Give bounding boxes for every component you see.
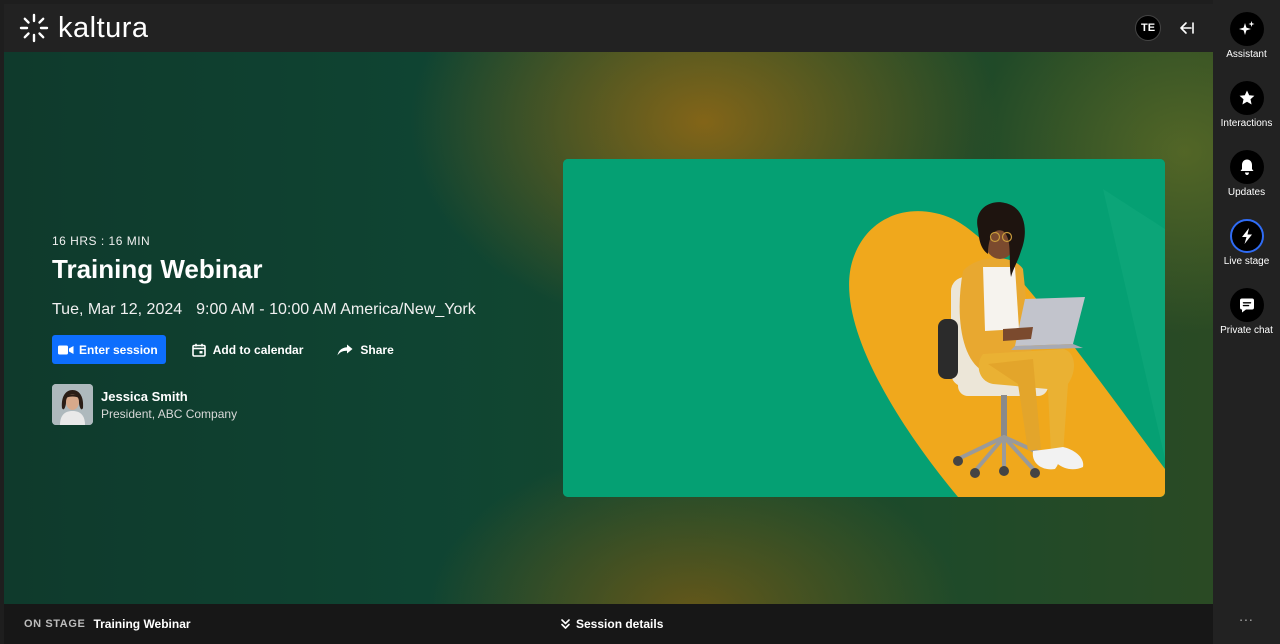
rail-live-stage-button[interactable] xyxy=(1229,219,1264,253)
rail-item-updates[interactable]: Updates xyxy=(1213,150,1280,198)
event-stage: 16 HRS : 16 MIN Training Webinar Tue, Ma… xyxy=(4,52,1213,604)
speaker-text: Jessica Smith President, ABC Company xyxy=(101,389,237,421)
rail-label-live-stage: Live stage xyxy=(1223,256,1270,267)
rail-label-interactions: Interactions xyxy=(1220,118,1273,129)
enter-session-button[interactable]: Enter session xyxy=(52,335,166,364)
add-to-calendar-label: Add to calendar xyxy=(212,342,304,357)
video-camera-icon xyxy=(58,345,74,354)
share-arrow-icon xyxy=(337,344,353,355)
rail-assistant-button[interactable] xyxy=(1229,12,1264,46)
top-header: kaltura TE xyxy=(4,4,1213,52)
share-label: Share xyxy=(360,342,394,357)
rail-label-private-chat: Private chat xyxy=(1220,325,1273,336)
event-date: Tue, Mar 12, 2024 xyxy=(52,301,183,318)
user-avatar[interactable]: TE xyxy=(1135,15,1161,41)
app-window: kaltura TE 16 HRS : 16 MIN Training Webi… xyxy=(0,0,1280,644)
rail-private-chat-button[interactable] xyxy=(1229,288,1264,322)
kaltura-logo-icon xyxy=(19,13,49,43)
right-rail: Assistant Interactions Updates Live stag… xyxy=(1213,0,1280,644)
arrow-collapse-icon xyxy=(1180,22,1194,34)
more-options-button[interactable]: ... xyxy=(1213,608,1280,624)
event-banner-image xyxy=(563,159,1165,497)
header-actions: TE xyxy=(1135,15,1199,41)
star-icon xyxy=(1239,90,1254,105)
event-title: Training Webinar xyxy=(52,254,263,284)
enter-session-label: Enter session xyxy=(79,342,158,357)
rail-interactions-button[interactable] xyxy=(1229,81,1264,115)
speaker-name: Jessica Smith xyxy=(101,388,188,404)
event-actions: Enter session Add to calendar Share xyxy=(52,335,552,364)
speaker-card[interactable]: Jessica Smith President, ABC Company xyxy=(52,384,552,425)
rail-item-private-chat[interactable]: Private chat xyxy=(1213,288,1280,336)
brand-name: kaltura xyxy=(58,11,149,44)
event-datetime: Tue, Mar 12, 2024 9:00 AM - 10:00 AM Ame… xyxy=(52,301,552,319)
speaker-avatar xyxy=(52,384,93,425)
bottom-bar: ON STAGE Training Webinar Session detail… xyxy=(4,604,1213,644)
rail-item-live-stage[interactable]: Live stage xyxy=(1213,219,1280,267)
rail-label-assistant: Assistant xyxy=(1226,49,1267,60)
sparkle-icon xyxy=(1238,21,1254,35)
lightning-icon xyxy=(1241,228,1252,244)
chat-icon xyxy=(1239,298,1254,313)
countdown-timer: 16 HRS : 16 MIN xyxy=(52,234,151,248)
session-details-label: Session details xyxy=(576,617,664,631)
speaker-title: President, ABC Company xyxy=(101,406,238,421)
on-stage-label: ON STAGE xyxy=(24,618,86,630)
rail-updates-button[interactable] xyxy=(1229,150,1264,184)
rail-label-updates: Updates xyxy=(1227,187,1266,198)
event-time: 9:00 AM - 10:00 AM America/New_York xyxy=(196,301,476,318)
rail-item-interactions[interactable]: Interactions xyxy=(1213,81,1280,129)
on-stage-title: Training Webinar xyxy=(93,617,191,631)
kaltura-logo[interactable]: kaltura xyxy=(18,12,149,45)
session-details-toggle[interactable]: Session details xyxy=(561,604,663,644)
collapse-panel-button[interactable] xyxy=(1175,16,1199,40)
add-to-calendar-button[interactable]: Add to calendar xyxy=(166,335,320,364)
rail-item-assistant[interactable]: Assistant xyxy=(1213,12,1280,60)
double-chevron-down-icon xyxy=(561,619,570,629)
calendar-icon xyxy=(191,343,206,357)
event-info: 16 HRS : 16 MIN Training Webinar Tue, Ma… xyxy=(52,234,552,425)
share-button[interactable]: Share xyxy=(319,335,409,364)
bell-icon xyxy=(1240,159,1253,175)
